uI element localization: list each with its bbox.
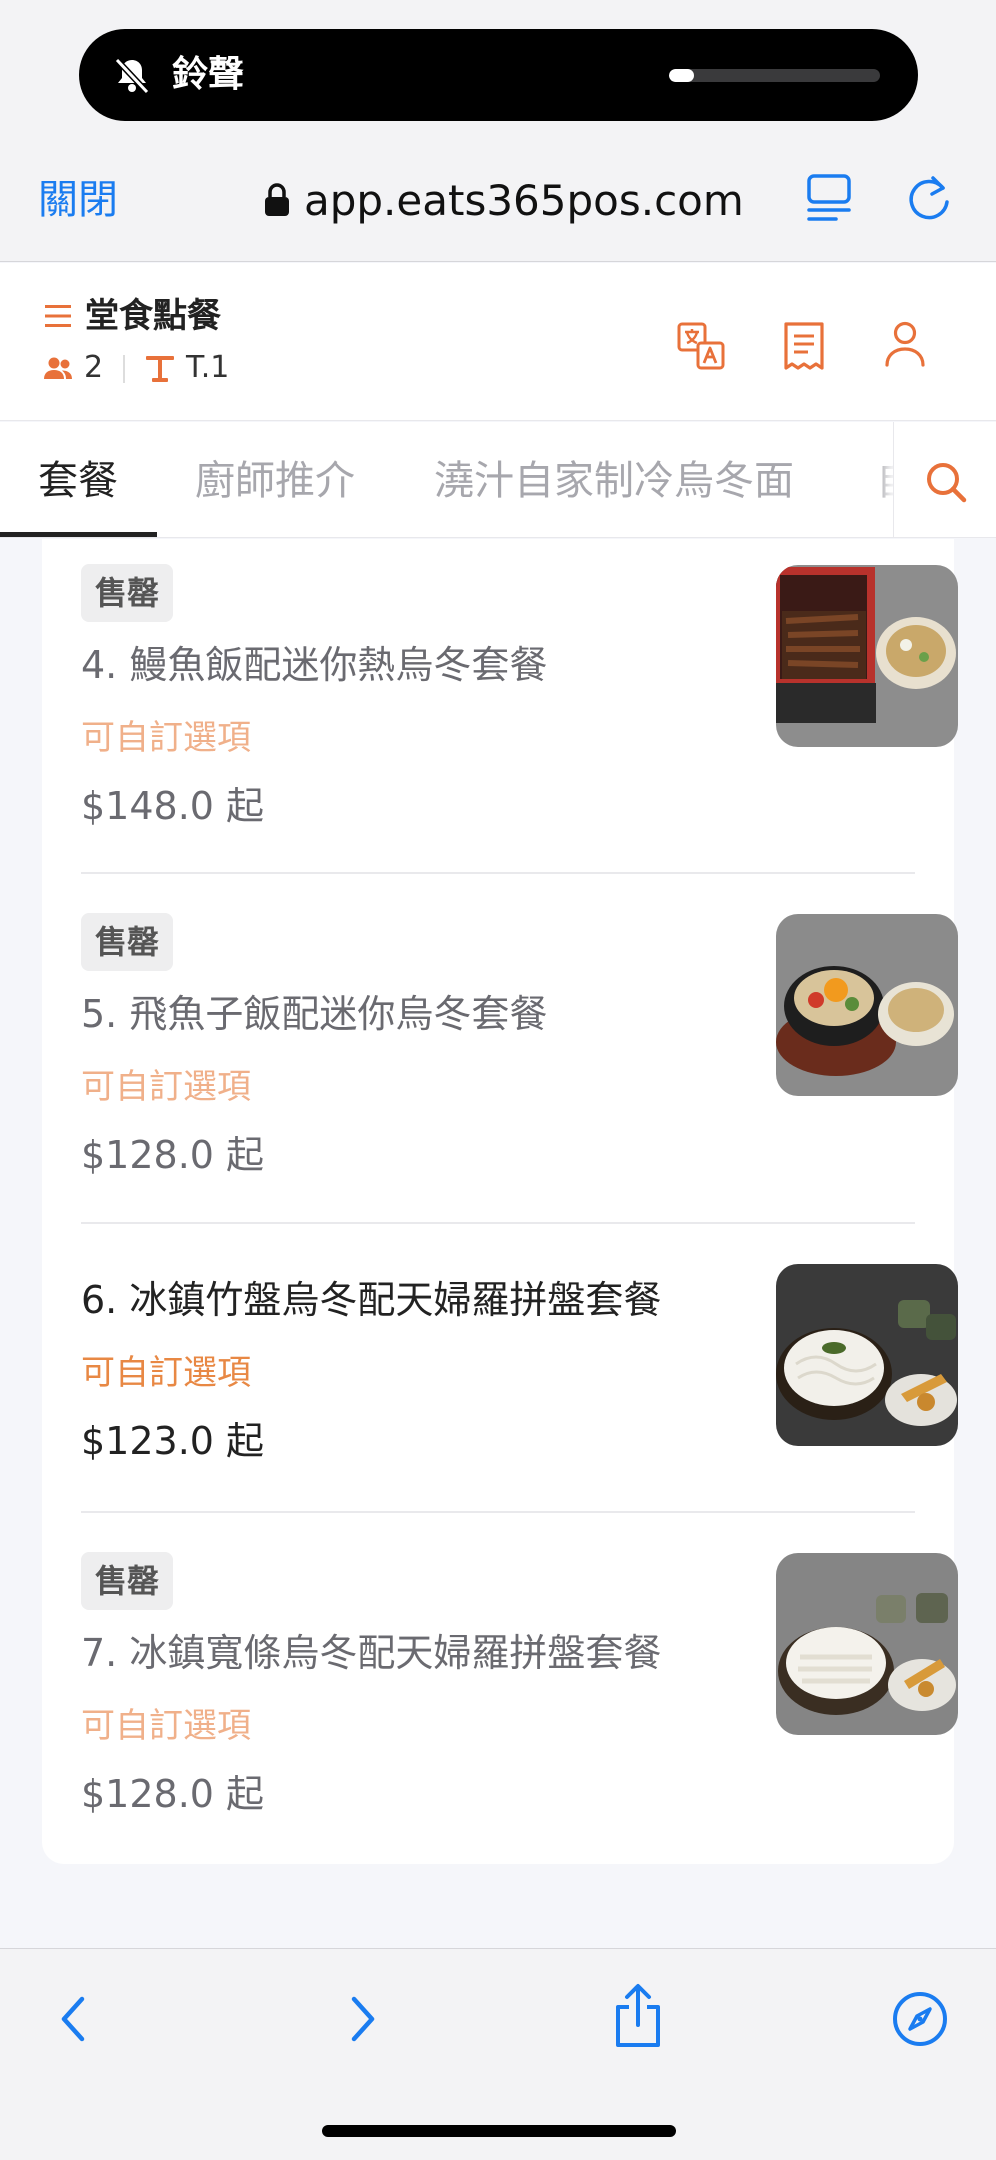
volume-indicator bbox=[669, 69, 880, 82]
item-name: 7. 冰鎮寬條烏冬配天婦羅拼盤套餐 bbox=[81, 1631, 662, 1675]
browser-bottom-toolbar bbox=[0, 1948, 996, 2160]
tobiko-rice-set-image bbox=[776, 914, 958, 1096]
wide-udon-tempura-image bbox=[776, 1553, 958, 1735]
volume-level-fill bbox=[669, 69, 695, 82]
back-icon[interactable] bbox=[54, 1991, 94, 2047]
browser-top-bar: 鈴聲 關閉 app.eats365pos.com bbox=[0, 0, 996, 262]
item-price: $128.0 起 bbox=[81, 1772, 265, 1816]
hamburger-menu-icon[interactable] bbox=[45, 304, 71, 328]
guest-count: 2 bbox=[84, 350, 104, 385]
item-price: $148.0 起 bbox=[81, 784, 265, 828]
table-number: T.1 bbox=[186, 350, 230, 385]
address-bar[interactable]: app.eats365pos.com bbox=[264, 170, 744, 230]
item-customizable-label: 可自訂選項 bbox=[81, 1067, 251, 1107]
forward-icon[interactable] bbox=[342, 1991, 382, 2047]
tab-cold-udon[interactable]: 澆汁自家制冷烏冬面 bbox=[434, 454, 794, 508]
share-icon[interactable] bbox=[612, 1983, 664, 2049]
menu-item-list: 售罄 4. 鰻魚飯配迷你熱烏冬套餐 可自訂選項 $148.0 起 售罄 5. 飛… bbox=[42, 539, 958, 1864]
url-text: app.eats365pos.com bbox=[304, 175, 744, 225]
item-price: $128.0 起 bbox=[81, 1133, 265, 1177]
item-name: 4. 鰻魚飯配迷你熱烏冬套餐 bbox=[81, 643, 548, 687]
tab-set-meals[interactable]: 套餐 bbox=[38, 454, 118, 508]
compass-icon[interactable] bbox=[892, 1991, 948, 2047]
item-name: 6. 冰鎮竹盤烏冬配天婦羅拼盤套餐 bbox=[81, 1278, 662, 1322]
item-name: 5. 飛魚子飯配迷你烏冬套餐 bbox=[81, 992, 548, 1036]
search-icon bbox=[927, 463, 967, 503]
unagi-rice-set-image bbox=[776, 565, 958, 747]
sold-out-badge: 售罄 bbox=[81, 1552, 173, 1610]
menu-item[interactable]: 售罄 4. 鰻魚飯配迷你熱烏冬套餐 可自訂選項 $148.0 起 bbox=[81, 564, 958, 854]
bell-slash-icon bbox=[114, 57, 150, 95]
lock-icon bbox=[265, 183, 289, 216]
sold-out-badge: 售罄 bbox=[81, 913, 173, 971]
translate-icon[interactable] bbox=[676, 321, 726, 371]
item-customizable-label: 可自訂選項 bbox=[81, 1706, 251, 1746]
item-customizable-label: 可自訂選項 bbox=[81, 1353, 251, 1393]
app-header: 堂食點餐 2 T.1 bbox=[0, 263, 996, 421]
menu-item[interactable]: 6. 冰鎮竹盤烏冬配天婦羅拼盤套餐 可自訂選項 $123.0 起 bbox=[81, 1263, 958, 1503]
menu-item[interactable]: 售罄 7. 冰鎮寬條烏冬配天婦羅拼盤套餐 可自訂選項 $128.0 起 bbox=[81, 1552, 958, 1842]
ringer-mode-label: 鈴聲 bbox=[172, 54, 245, 95]
sold-out-badge: 售罄 bbox=[81, 564, 173, 622]
reader-mode-icon[interactable] bbox=[806, 172, 852, 222]
tab-chef-recommendation[interactable]: 廚師推介 bbox=[195, 454, 355, 508]
meta-divider bbox=[123, 355, 125, 383]
menu-item[interactable]: 售罄 5. 飛魚子飯配迷你烏冬套餐 可自訂選項 $128.0 起 bbox=[81, 913, 958, 1203]
item-customizable-label: 可自訂選項 bbox=[81, 718, 251, 758]
item-divider bbox=[81, 872, 915, 874]
guests-icon bbox=[44, 357, 72, 379]
item-divider bbox=[81, 1511, 915, 1513]
search-button[interactable] bbox=[893, 422, 996, 537]
account-icon[interactable] bbox=[884, 321, 926, 367]
category-tabs: 套餐 廚師推介 澆汁自家制冷烏冬面 自 bbox=[0, 422, 996, 538]
receipt-icon[interactable] bbox=[782, 321, 826, 371]
page-title[interactable]: 堂食點餐 bbox=[85, 293, 221, 339]
item-divider bbox=[81, 1222, 915, 1224]
home-indicator bbox=[322, 2125, 676, 2137]
close-button[interactable]: 關閉 bbox=[38, 172, 118, 228]
reload-icon[interactable] bbox=[903, 172, 955, 224]
item-price: $123.0 起 bbox=[81, 1419, 265, 1463]
zaru-udon-tempura-image bbox=[776, 1264, 958, 1446]
active-tab-indicator bbox=[0, 532, 157, 537]
table-icon bbox=[146, 356, 174, 382]
dynamic-island: 鈴聲 bbox=[79, 29, 918, 121]
